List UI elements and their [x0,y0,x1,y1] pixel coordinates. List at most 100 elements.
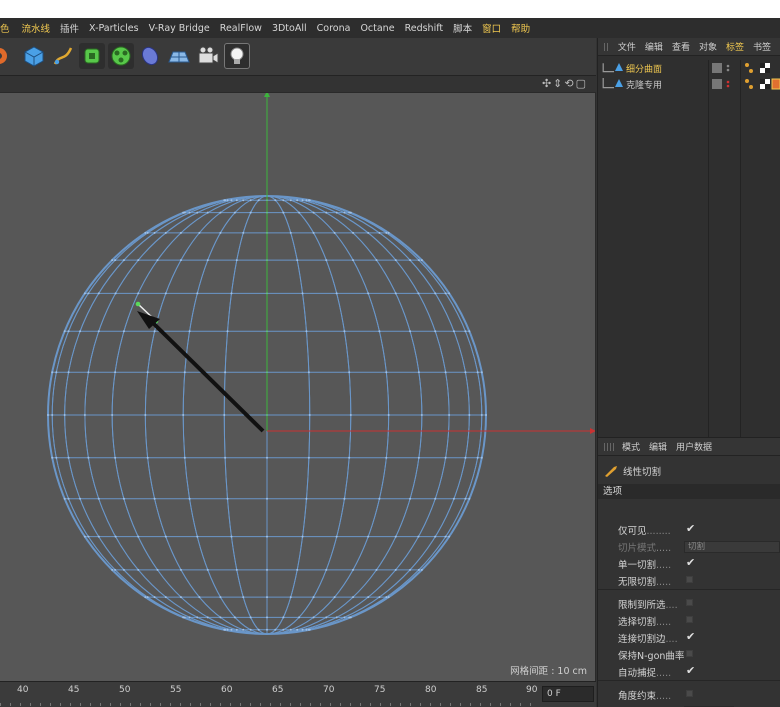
mesh-vertex [296,259,299,262]
mesh-vertex [51,414,54,416]
mesh-vertex [146,596,149,599]
menu-item-vray-bridge[interactable]: V-Ray Bridge [149,23,216,34]
timeline-tick: 50 [119,685,131,695]
mesh-vertex [188,616,191,619]
mesh-vertex [206,568,209,571]
checkbox-off-icon[interactable] [686,690,693,697]
mesh-vertex [452,330,455,333]
cloner-icon[interactable] [108,43,134,69]
option-label: 单一切割..... [618,557,671,571]
mesh-vertex [375,568,378,571]
mesh-vertex [448,292,451,295]
cut-point-start[interactable] [135,301,141,307]
mesh-vertex [79,497,82,500]
mesh-vertex [233,211,236,214]
option-label-text: 切片模式 [618,543,657,554]
object-row-cloner[interactable]: 克隆专用 [598,76,780,92]
cinema4d-window: 色 流水线 插件 X-Particles V-Ray Bridge RealFl… [0,18,780,707]
checkbox-off-icon[interactable] [686,650,693,657]
checkbox-off-icon[interactable] [686,599,693,606]
mesh-vertex [312,231,315,234]
om-menu-view[interactable]: 查看 [672,40,690,53]
mesh-vertex [468,330,471,333]
visibility-toggle-icon[interactable] [712,79,736,89]
om-menu-file[interactable]: 文件 [618,40,636,53]
menu-item-octane[interactable]: Octane [360,23,400,34]
timeline-ruler[interactable]: 40 45 50 55 60 65 70 75 80 85 90 0 F [0,681,596,707]
checkmark-icon[interactable]: ✔ [686,665,695,676]
section-header-options[interactable]: 选项 [598,484,780,499]
viewport-canvas[interactable] [0,91,596,682]
checkbox-off-icon[interactable] [686,616,693,623]
om-menu-bookmarks[interactable]: 书签 [753,40,771,53]
mesh-vertex [156,259,159,262]
camera-icon[interactable] [195,43,221,69]
pen-spline-icon[interactable] [50,43,76,69]
am-menu-mode[interactable]: 模式 [622,440,640,453]
light-bulb-icon[interactable] [224,43,250,69]
mesh-vertex [63,414,66,416]
3d-viewport[interactable]: 网格间距 : 10 cm [0,91,596,682]
null-object-icon [602,78,614,89]
checkmark-icon[interactable]: ✔ [686,557,695,568]
mesh-vertex [448,414,451,416]
mesh-vertex [219,231,222,234]
menu-item-color[interactable]: 色 [0,21,16,35]
mesh-vertex [420,414,423,416]
current-frame-field[interactable]: 0 F [542,686,594,702]
tag-icons[interactable] [744,78,780,90]
menu-item-redshift[interactable]: Redshift [405,23,450,34]
menu-item-window[interactable]: 窗口 [482,21,507,35]
mesh-vertex [242,628,245,631]
mesh-vertex [226,497,229,500]
om-menu-edit[interactable]: 编辑 [645,40,663,53]
mesh-vertex [198,231,201,234]
checkmark-icon[interactable]: ✔ [686,523,695,534]
menu-item-script[interactable]: 脚本 [453,21,478,35]
menu-item-x-particles[interactable]: X-Particles [89,23,145,34]
mesh-vertex [249,211,252,214]
am-menu-user-data[interactable]: 用户数据 [676,440,712,453]
mesh-vertex [188,211,191,214]
menu-item-help[interactable]: 帮助 [511,21,536,35]
cube-primitive-icon[interactable] [21,43,47,69]
deformer-icon[interactable] [137,43,163,69]
cloner-object-icon [615,79,623,87]
mesh-vertex [312,596,315,599]
viewport-nav-controls[interactable]: ✣⇕⟲▢ [542,77,588,90]
panel-grip-icon[interactable] [604,42,610,51]
om-menu-tags[interactable]: 标签 [726,40,744,53]
mesh-vertex [223,414,226,416]
tag-icons[interactable] [744,62,774,74]
am-menu-edit[interactable]: 编辑 [649,440,667,453]
menu-item-plugins[interactable]: 插件 [60,21,85,35]
menu-item-3dtoall[interactable]: 3DtoAll [272,23,313,34]
gear-tool-icon[interactable] [0,43,12,69]
panel-grip-icon[interactable] [604,442,614,451]
mesh-vertex [335,535,338,538]
mesh-vertex [434,535,437,538]
visibility-toggle-icon[interactable] [712,63,736,73]
mesh-vertex [417,371,420,374]
mesh-vertex [188,330,191,333]
checkmark-icon[interactable]: ✔ [686,631,695,642]
menu-item-corona[interactable]: Corona [317,23,357,34]
mesh-vertex [164,535,167,538]
object-name[interactable]: 克隆专用 [626,78,662,91]
menu-item-realflow[interactable]: RealFlow [220,23,268,34]
menu-item-pipeline[interactable]: 流水线 [22,21,57,35]
mesh-vertex [242,199,245,202]
floor-environment-icon[interactable] [166,43,192,69]
mesh-vertex [420,259,423,262]
checkbox-off-icon[interactable] [686,576,693,583]
mesh-vertex [183,456,186,459]
mesh-vertex [325,211,328,214]
mesh-vertex [476,456,479,459]
object-row-subdivision[interactable]: 细分曲面 [598,60,780,76]
subdivision-surface-icon[interactable] [79,43,105,69]
object-name[interactable]: 细分曲面 [626,62,662,75]
timeline-tick: 90 [526,685,538,695]
om-menu-objects[interactable]: 对象 [699,40,717,53]
mesh-vertex [164,596,167,599]
option-label-text: 选择切割 [618,617,657,628]
